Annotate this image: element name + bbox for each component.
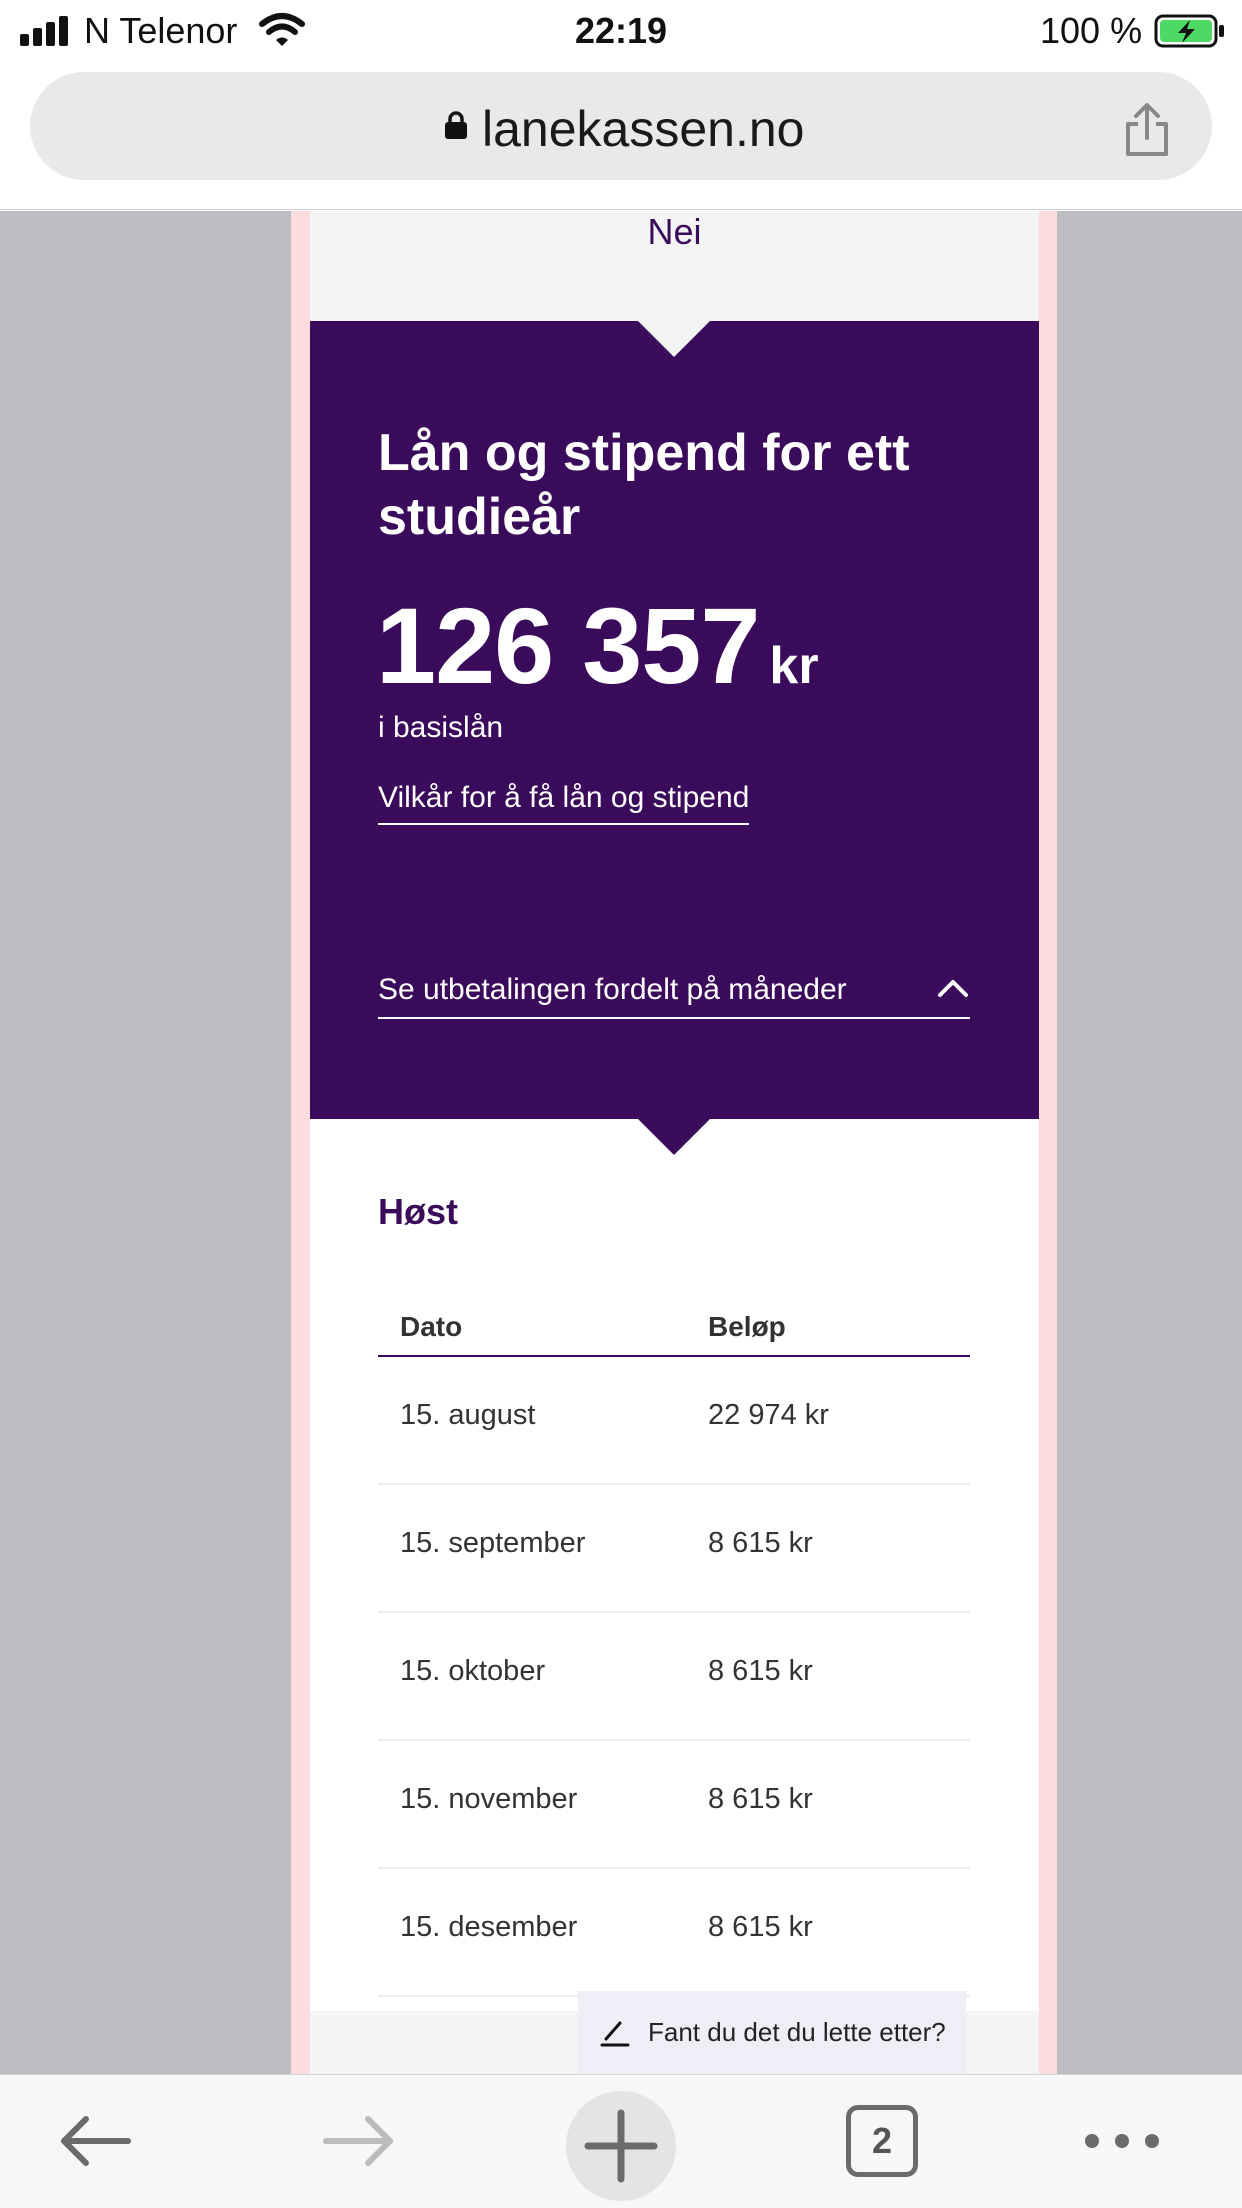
web-viewport[interactable]: Nei Lån og stipend for ett studieår 126 … — [0, 211, 1242, 2074]
column-header-date: Dato — [400, 1311, 463, 1342]
payment-date: 15. oktober — [400, 1655, 546, 1687]
column-header-amount: Beløp — [708, 1311, 786, 1342]
result-card: Lån og stipend for ett studieår 126 357 k… — [310, 321, 1039, 1119]
plus-icon — [584, 2109, 658, 2183]
payment-date: 15. september — [400, 1527, 586, 1559]
lock-icon — [445, 111, 467, 139]
battery-percent: 100 % — [1040, 10, 1143, 51]
feedback-label: Fant du det du lette etter? — [648, 2017, 946, 2047]
table-row: 15. desember 8 615 kr — [378, 1869, 970, 1997]
tabs-button[interactable]: 2 — [846, 2105, 918, 2177]
monthly-breakdown-label: Se utbetalingen fordelt på måneder — [378, 973, 847, 1006]
browser-address-area: lanekassen.no — [0, 62, 1242, 210]
payment-table: Dato Beløp 15. august 22 974 kr 15. sept… — [378, 1303, 970, 1997]
table-row: 15. november 8 615 kr — [378, 1741, 970, 1869]
table-row: 15. september 8 615 kr — [378, 1485, 970, 1613]
table-row: 15. oktober 8 615 kr — [378, 1613, 970, 1741]
result-amount-row: 126 357 kr — [376, 583, 819, 708]
table-header: Dato Beløp — [378, 1303, 970, 1357]
payment-amount: 22 974 kr — [708, 1399, 829, 1431]
payment-amount: 8 615 kr — [708, 1783, 813, 1815]
payment-date: 15. august — [400, 1399, 536, 1431]
card-notch — [638, 321, 710, 357]
payment-date: 15. desember — [400, 1911, 578, 1943]
pencil-icon — [600, 2021, 630, 2047]
schedule-notch — [638, 1119, 710, 1155]
battery-charging-icon — [1154, 14, 1224, 48]
feedback-button[interactable]: Fant du det du lette etter? — [578, 1991, 966, 2074]
payment-amount: 8 615 kr — [708, 1911, 813, 1943]
payment-amount: 8 615 kr — [708, 1655, 813, 1687]
payment-date: 15. november — [400, 1783, 578, 1815]
page-column: Nei Lån og stipend for ett studieår 126 … — [291, 211, 1057, 2074]
monthly-schedule: Høst Dato Beløp 15. august 22 974 kr 15.… — [310, 1119, 1039, 2074]
more-icon[interactable] — [1082, 2101, 1162, 2181]
result-title: Lån og stipend for ett studieår — [378, 424, 910, 546]
url-text: lanekassen.no — [482, 101, 805, 157]
chevron-up-icon — [938, 980, 968, 997]
share-icon[interactable] — [1122, 102, 1172, 158]
table-row: 15. august 22 974 kr — [378, 1357, 970, 1485]
forward-arrow-icon[interactable] — [318, 2101, 398, 2181]
page-content: Nei Lån og stipend for ett studieår 126 … — [310, 211, 1039, 2074]
monthly-breakdown-toggle[interactable]: Se utbetalingen fordelt på måneder — [378, 971, 970, 1019]
status-bar: N Telenor 22:19 100 % — [0, 0, 1242, 62]
address-bar[interactable]: lanekassen.no — [30, 72, 1212, 180]
previous-answer: Nei — [647, 211, 702, 252]
result-amount: 126 357 — [376, 585, 760, 706]
terms-link[interactable]: Vilkår for å få lån og stipend — [378, 781, 750, 825]
payment-amount: 8 615 kr — [708, 1527, 813, 1559]
browser-toolbar: 2 — [0, 2074, 1242, 2208]
back-arrow-icon[interactable] — [56, 2101, 136, 2181]
tab-count: 2 — [871, 2120, 893, 2161]
result-amount-description: i basislån — [378, 711, 504, 744]
result-amount-unit: kr — [769, 637, 819, 695]
season-heading: Høst — [378, 1191, 458, 1232]
new-tab-button[interactable] — [566, 2091, 676, 2201]
